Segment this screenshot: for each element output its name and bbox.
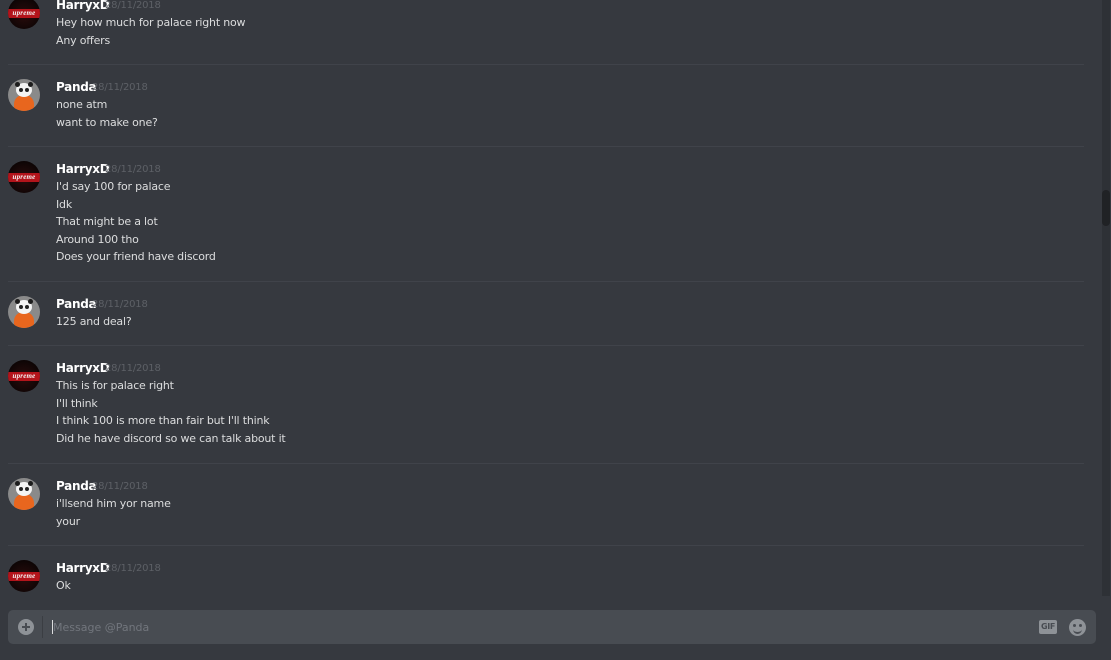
- message-divider: [8, 281, 1084, 282]
- message-text: want to make one?: [56, 115, 158, 129]
- message-timestamp: 28/11/2018: [105, 563, 161, 574]
- plus-circle-icon[interactable]: [18, 619, 34, 635]
- avatar[interactable]: upreme: [8, 0, 40, 29]
- message-text: Any offers: [56, 33, 110, 47]
- message-author[interactable]: Panda: [56, 478, 97, 494]
- message-text: Idk: [56, 197, 72, 211]
- message-divider: [8, 146, 1084, 147]
- message-divider: [8, 463, 1084, 464]
- message-text: I'd say 100 for palace: [56, 180, 171, 193]
- message-timestamp: 28/11/2018: [105, 164, 161, 175]
- emoji-smile-icon[interactable]: [1069, 619, 1086, 636]
- message-text: Did he have discord so we can talk about…: [56, 431, 286, 445]
- avatar[interactable]: [8, 79, 40, 111]
- message-timestamp: 28/11/2018: [105, 363, 161, 374]
- message-text: Around 100 tho: [56, 232, 139, 246]
- avatar[interactable]: [8, 296, 40, 328]
- gif-icon[interactable]: GIF: [1039, 620, 1057, 634]
- message-timestamp: 28/11/2018: [92, 82, 148, 93]
- message-text: your: [56, 514, 80, 528]
- message-text: Hey how much for palace right now: [56, 16, 246, 29]
- scrollbar-track[interactable]: [1102, 0, 1110, 596]
- message-text: I'll think: [56, 396, 98, 410]
- avatar[interactable]: upreme: [8, 161, 40, 193]
- message-input[interactable]: [53, 616, 1013, 638]
- message-author[interactable]: Panda: [56, 79, 97, 95]
- avatar-logo-text: upreme: [12, 9, 36, 17]
- avatar-logo-text: upreme: [12, 572, 36, 580]
- message-timestamp: 28/11/2018: [92, 299, 148, 310]
- message-text: i'llsend him yor name: [56, 497, 171, 510]
- scrollbar-thumb[interactable]: [1102, 190, 1110, 226]
- message-divider: [8, 545, 1084, 546]
- message-text: This is for palace right: [56, 379, 174, 392]
- composer-divider: [42, 616, 43, 638]
- message-text: Does your friend have discord: [56, 250, 216, 263]
- message-text: I think 100 is more than fair but I'll t…: [56, 414, 270, 427]
- message-composer: GIF: [8, 610, 1096, 644]
- message-author[interactable]: Panda: [56, 296, 97, 312]
- message-timestamp: 28/11/2018: [92, 481, 148, 492]
- avatar[interactable]: upreme: [8, 560, 40, 592]
- message-text: 125 and deal?: [56, 315, 132, 328]
- message-author[interactable]: HarryxD: [56, 161, 110, 177]
- avatar-logo-text: upreme: [12, 173, 36, 181]
- message-divider: [8, 64, 1084, 65]
- message-text: Ok: [56, 579, 71, 592]
- message-list[interactable]: upreme HarryxD 28/11/2018 Hey how much for …: [0, 0, 1100, 596]
- message-divider: [8, 345, 1084, 346]
- message-timestamp: 28/11/2018: [105, 0, 161, 11]
- avatar[interactable]: upreme: [8, 360, 40, 392]
- message-text: That might be a lot: [56, 215, 158, 228]
- avatar-logo-text: upreme: [12, 372, 36, 380]
- avatar[interactable]: [8, 478, 40, 510]
- message-author[interactable]: HarryxD: [56, 560, 110, 576]
- message-author[interactable]: HarryxD: [56, 360, 110, 376]
- message-text: none atm: [56, 98, 108, 111]
- chat-window: upreme HarryxD 28/11/2018 Hey how much for …: [0, 0, 1111, 660]
- message-author[interactable]: HarryxD: [56, 0, 110, 13]
